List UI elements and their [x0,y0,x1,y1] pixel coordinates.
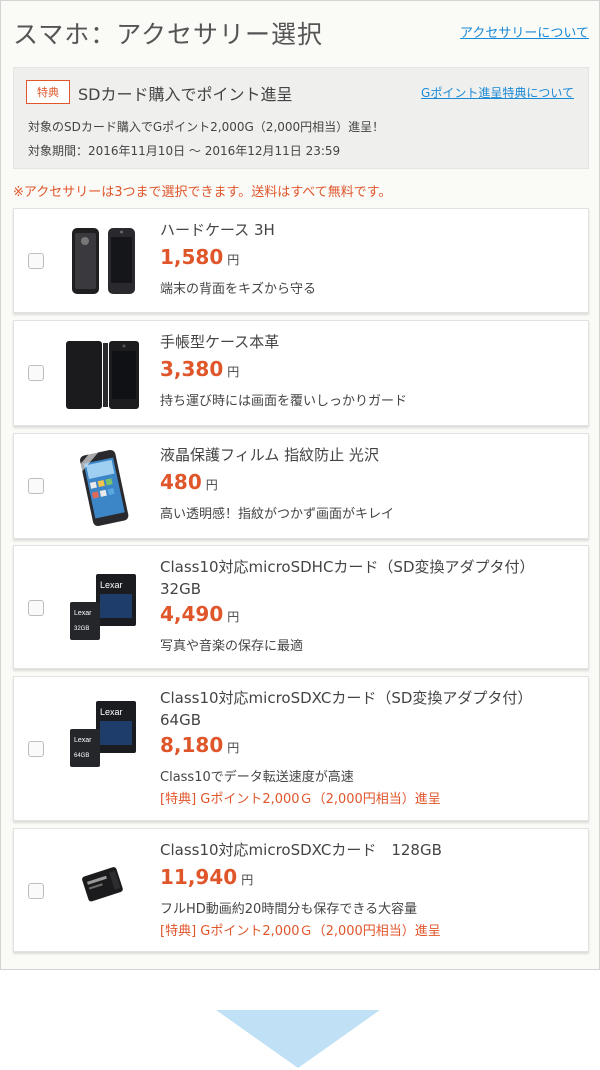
item-checkbox[interactable] [28,253,44,269]
accessory-item[interactable]: ハードケース 3H 1,580 円 端末の背面をキズから守る [13,208,589,313]
accessory-item[interactable]: 液晶保護フィルム 指紋防止 光沢 480 円 高い透明感！指紋がつかず画面がキレイ [13,433,589,539]
item-checkbox[interactable] [28,883,44,899]
currency-label: 円 [227,610,240,624]
card-capacity-label: 32GB [74,626,89,632]
item-checkbox[interactable] [28,365,44,381]
accessory-item[interactable]: Lexar Lexar 64GB Class10対応microSDXCカード（S… [13,676,589,821]
promo-description: 対象のSDカード購入でGポイント2,000G（2,000円相当）進呈！ [28,120,385,134]
promo-badge: 特典 [26,80,70,104]
header: スマホ：アクセサリー選択 アクセサリーについて [13,15,589,49]
item-description: 高い透明感！指紋がつかず画面がキレイ [160,507,395,522]
flip-case-icon [62,333,146,417]
accessory-panel: スマホ：アクセサリー選択 アクセサリーについて 特典 SDカード購入でポイント進… [0,0,600,970]
item-price: 480 [160,470,202,494]
item-description: Class10でデータ転送速度が高速 [160,770,354,785]
item-description: 写真や音楽の保存に最適 [160,639,304,654]
item-name: Class10対応microSDXCカード（SD変換アダプタ付） [160,689,533,707]
promo-box: 特典 SDカード購入でポイント進呈 Gポイント進呈特典について 対象のSDカード… [13,67,589,169]
item-description: 持ち運び時には画面を覆いしっかりガード [160,394,408,409]
currency-label: 円 [227,365,240,379]
item-checkbox[interactable] [28,478,44,494]
promo-title: SDカード購入でポイント進呈 [78,85,293,104]
item-bonus: [特典] Gポイント2,000Ｇ（2,000円相当）進呈 [160,924,441,939]
item-info: Class10対応microSDHCカード（SD変換アダプタ付） 32GB 4,… [160,556,578,656]
item-info: ハードケース 3H 1,580 円 端末の背面をキズから守る [160,219,578,299]
about-accessories-link[interactable]: アクセサリーについて [460,22,589,41]
item-checkbox[interactable] [28,741,44,757]
item-info: 手帳型ケース本革 3,380 円 持ち運び時には画面を覆いしっかりガード [160,331,578,411]
microsd-card-icon [62,849,146,929]
brand-label: Lexar [100,580,123,590]
item-description: 端末の背面をキズから守る [160,282,317,297]
item-price: 8,180 [160,733,224,757]
currency-label: 円 [227,253,240,267]
item-price: 11,940 [160,865,238,889]
currency-label: 円 [241,873,254,887]
item-name: Class10対応microSDXCカード 128GB [160,841,442,859]
hard-case-icon [62,219,146,303]
accessory-item[interactable]: 手帳型ケース本革 3,380 円 持ち運び時には画面を覆いしっかりガード [13,320,589,426]
sdhc-card-icon: Lexar Lexar 32GB [62,564,146,650]
currency-label: 円 [205,478,218,492]
item-price: 4,490 [160,602,224,626]
selection-notice: ※アクセサリーは3つまで選択できます。送料はすべて無料です。 [13,185,392,200]
item-checkbox[interactable] [28,600,44,616]
item-price: 1,580 [160,245,224,269]
page-title: スマホ：アクセサリー選択 [13,20,324,49]
promo-period: 対象期間：2016年11月10日 〜 2016年12月11日 23:59 [28,144,341,158]
item-name: 液晶保護フィルム 指紋防止 光沢 [160,446,379,464]
item-description: フルHD動画約20時間分も保存できる大容量 [160,902,418,917]
brand-label: Lexar [74,610,92,617]
item-price: 3,380 [160,357,224,381]
item-capacity: 32GB [160,580,202,598]
brand-label: Lexar [74,737,92,744]
sdxc-card-icon: Lexar Lexar 64GB [62,691,146,777]
item-info: Class10対応microSDXCカード 128GB 11,940 円 フルHD… [160,839,578,941]
brand-label: Lexar [100,707,123,717]
accessory-item[interactable]: Class10対応microSDXCカード 128GB 11,940 円 フルHD… [13,828,589,952]
accessory-item[interactable]: Lexar Lexar 32GB Class10対応microSDHCカード（S… [13,545,589,669]
item-name: Class10対応microSDHCカード（SD変換アダプタ付） [160,558,535,576]
item-capacity: 64GB [160,711,202,729]
currency-label: 円 [227,741,240,755]
item-name: ハードケース 3H [160,221,275,239]
item-info: Class10対応microSDXCカード（SD変換アダプタ付） 64GB 8,… [160,687,578,809]
points-bonus-link[interactable]: Gポイント進呈特典について [421,84,574,101]
item-name: 手帳型ケース本革 [160,333,280,351]
item-bonus: [特典] Gポイント2,000Ｇ（2,000円相当）進呈 [160,792,441,807]
card-capacity-label: 64GB [74,753,89,759]
screen-film-icon [62,444,146,530]
item-info: 液晶保護フィルム 指紋防止 光沢 480 円 高い透明感！指紋がつかず画面がキレイ [160,444,578,524]
down-arrow-icon [216,1010,380,1068]
